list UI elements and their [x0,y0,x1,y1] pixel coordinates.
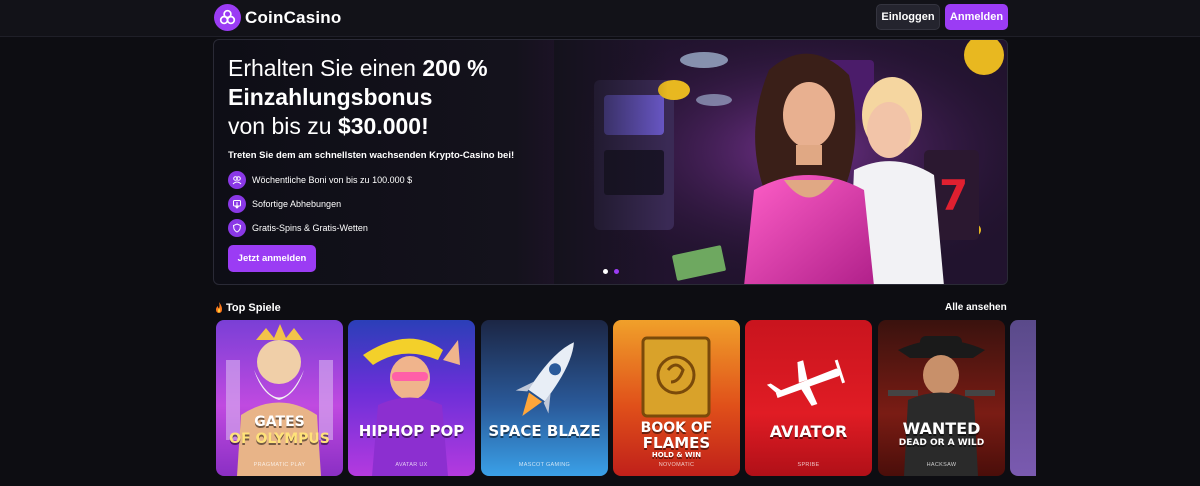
game-provider: AVATAR UX [395,462,428,468]
game-title: BOOK OF [640,420,713,436]
headline-bonus-type: Einzahlungsbonus [228,84,433,110]
game-card[interactable]: HIPHOP POP AVATAR UX [348,320,475,476]
fire-icon [216,302,222,313]
feature-text: Sofortige Abhebungen [252,199,342,209]
feature-item: Sofortige Abhebungen [228,195,514,213]
shield-icon [228,219,246,237]
zeus-artwork [226,324,333,476]
hero-text-block: Erhalten Sie einen 200 % Einzahlungsbonu… [228,54,514,237]
feature-item: Gratis-Spins & Gratis-Wetten [228,219,514,237]
join-now-button[interactable]: Jetzt anmelden [228,245,316,272]
airplane-artwork [766,359,846,406]
game-provider: PRAGMATIC PLAY [253,462,306,468]
games-carousel: GATES OF OLYMPUS PRAGMATIC PLAY HIPHOP P… [216,320,1036,476]
headline-part: Erhalten Sie einen [228,55,423,81]
top-navbar: CoinCasino Einloggen Anmelden [0,0,1200,37]
cowboy-artwork [888,336,995,476]
carousel-dot[interactable] [603,269,608,274]
game-provider: HACKSAW [926,462,957,468]
brand-logo[interactable]: CoinCasino [214,4,341,31]
game-card[interactable]: SPACE BLAZE MASCOT GAMING [481,320,608,476]
people-icon [228,171,246,189]
hero-banner[interactable]: 7 Erhalten Sie einen 200 % Einzahlungsbo… [213,39,1008,285]
game-title: GATES [254,414,305,430]
top-games-title: Top Spiele [226,302,281,314]
hero-subtitle: Treten Sie dem am schnellsten wachsenden… [228,150,515,161]
rocket-artwork [515,342,574,416]
carousel-dot-active[interactable] [614,269,619,274]
game-card-partial[interactable] [1010,320,1036,476]
headline-part: von bis zu [228,113,338,139]
see-all-link[interactable]: Alle ansehen [945,302,1007,313]
game-title: AVIATOR [769,422,848,441]
game-card[interactable]: WANTED DEAD OR A WILD HACKSAW [878,320,1005,476]
hero-headline: Erhalten Sie einen 200 % Einzahlungsbonu… [228,54,514,141]
logo-icon [214,4,241,31]
login-button[interactable]: Einloggen [876,4,940,30]
game-provider: SPRIBE [797,462,820,468]
hiphop-artwork [363,338,460,476]
register-button[interactable]: Anmelden [945,4,1008,30]
game-tagline: HOLD & WIN [651,451,702,459]
game-subtitle: DEAD OR A WILD [898,438,985,448]
game-subtitle: FLAMES [642,434,711,452]
feature-text: Gratis-Spins & Gratis-Wetten [252,223,368,233]
game-title: HIPHOP POP [358,422,465,440]
headline-bonus-amount: $30.000! [337,113,429,139]
game-provider: NOVOMATIC [658,462,695,468]
top-games-heading: Top Spiele [214,302,281,314]
game-card[interactable]: BOOK OF FLAMES HOLD & WIN NOVOMATIC [613,320,740,476]
feature-item: Wöchentliche Boni von bis zu 100.000 $ [228,171,514,189]
game-card[interactable]: GATES OF OLYMPUS PRAGMATIC PLAY [216,320,343,476]
feature-text: Wöchentliche Boni von bis zu 100.000 $ [252,175,413,185]
game-card[interactable]: AVIATOR SPRIBE [745,320,872,476]
carousel-dots [603,269,619,274]
hero-casino-artwork: 7 [554,40,1007,284]
game-title: SPACE BLAZE [488,422,601,440]
game-provider: MASCOT GAMING [518,462,571,468]
brand-name: CoinCasino [245,7,342,27]
headline-bonus-percent: 200 % [422,55,488,81]
game-subtitle: OF OLYMPUS [229,431,330,447]
withdraw-icon [228,195,246,213]
game-title: WANTED [902,419,981,438]
